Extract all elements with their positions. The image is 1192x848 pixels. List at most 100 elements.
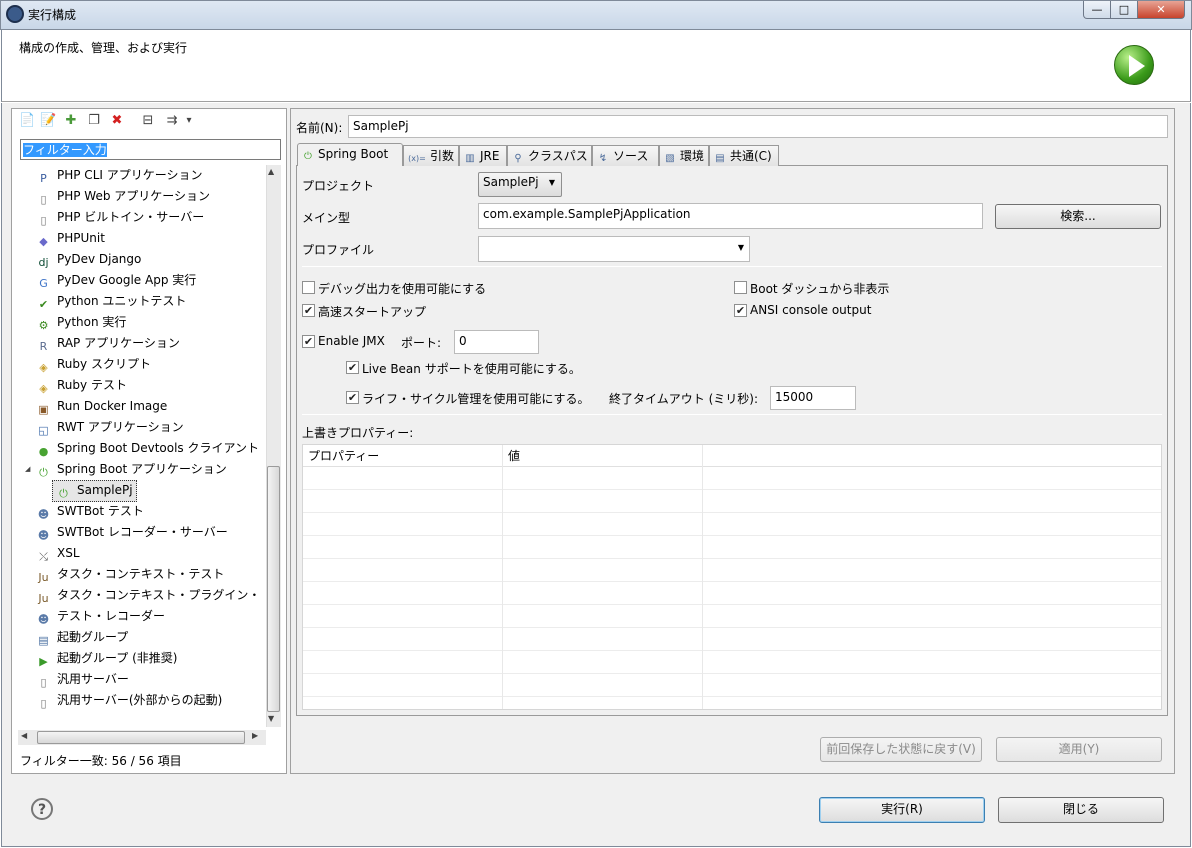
tab-6[interactable]: ▤ 共通(C)	[709, 145, 779, 166]
tree-item[interactable]: dj PyDev Django	[36, 249, 141, 269]
tree-item[interactable]: ▯ 汎用サーバー(外部からの起動)	[36, 690, 222, 710]
fast-startup-checkbox[interactable]: ✔	[302, 304, 315, 317]
main-type-label: メイン型	[302, 211, 351, 225]
eclipse-icon	[6, 5, 24, 23]
profile-select[interactable]: ▼	[478, 236, 750, 262]
tab-label: Spring Boot	[318, 147, 389, 161]
export-icon[interactable]: ✚	[63, 113, 79, 129]
tree-vertical-scroll-thumb[interactable]	[267, 466, 280, 712]
tree-item-label: PyDev Django	[57, 252, 142, 266]
timeout-input[interactable]: 15000	[770, 386, 856, 410]
table-row[interactable]	[303, 467, 1161, 490]
tree-item[interactable]: ◢ ⏻ Spring Boot アプリケーション	[25, 459, 227, 479]
minimize-button[interactable]: —	[1083, 1, 1111, 19]
tree-item[interactable]: ▶ 起動グループ (非推奨)	[36, 648, 177, 668]
debug-output-checkbox[interactable]	[302, 281, 315, 294]
debug-output-label: デバッグ出力を使用可能にする	[318, 282, 487, 296]
tree-item[interactable]: ◈ Ruby スクリプト	[36, 354, 151, 374]
title-bar	[0, 0, 1192, 30]
profile-label: プロファイル	[302, 243, 375, 257]
tree-item[interactable]: ▯ 汎用サーバー	[36, 669, 128, 689]
tree-item[interactable]: ✔ Python ユニットテスト	[36, 291, 187, 311]
tree-item[interactable]: ◱ RWT アプリケーション	[36, 417, 183, 437]
tree-item[interactable]: Ju タスク・コンテキスト・プラグイン・	[36, 585, 260, 605]
tree-item[interactable]: ⤯ XSL	[36, 543, 79, 563]
scroll-down-icon[interactable]: ▼	[268, 714, 274, 723]
table-row[interactable]	[303, 490, 1161, 513]
lifecycle-checkbox[interactable]: ✔	[346, 391, 359, 404]
table-row[interactable]	[303, 559, 1161, 582]
tree-item-icon: Ju	[38, 592, 49, 605]
port-input[interactable]: 0	[454, 330, 539, 354]
table-row[interactable]	[303, 674, 1161, 697]
tab-0[interactable]: ⏻ Spring Boot	[297, 143, 403, 166]
tab-1[interactable]: (x)= 引数	[403, 145, 459, 166]
tree-item[interactable]: ☻ SWTBot テスト	[36, 501, 144, 521]
scroll-left-icon[interactable]: ◀	[21, 731, 27, 740]
tree-horizontal-scroll-thumb[interactable]	[37, 731, 245, 744]
table-row[interactable]	[303, 513, 1161, 536]
tree-item[interactable]: ▤ 起動グループ	[36, 627, 128, 647]
table-row[interactable]	[303, 628, 1161, 651]
tree-item[interactable]: ⏻ SamplePj	[52, 480, 137, 502]
filter-input[interactable]: フィルター入力	[20, 139, 281, 160]
collapse-all-icon[interactable]: ⊟	[140, 113, 156, 129]
name-input[interactable]: SamplePj	[348, 115, 1168, 138]
apply-button[interactable]: 適用(Y)	[996, 737, 1162, 762]
tree-item-icon: ⏻	[59, 487, 68, 500]
tree-item-label: PyDev Google App 実行	[57, 273, 197, 287]
tree-item-icon: ⤯	[39, 550, 48, 563]
maximize-button[interactable]: □	[1110, 1, 1138, 19]
scroll-right-icon[interactable]: ▶	[252, 731, 258, 740]
tree-item[interactable]: ◈ Ruby テスト	[36, 375, 127, 395]
column-header-property[interactable]: プロパティー	[303, 445, 503, 467]
hide-dash-checkbox[interactable]	[734, 281, 747, 294]
new-prototype-icon[interactable]: 📝	[40, 113, 56, 129]
tab-icon: ▥	[465, 153, 475, 164]
column-header-value[interactable]: 値	[503, 445, 703, 467]
tab-2[interactable]: ▥ JRE	[459, 145, 507, 166]
close-window-button[interactable]: ✕	[1137, 1, 1185, 19]
tree-item[interactable]: ☻ SWTBot レコーダー・サーバー	[36, 522, 228, 542]
tree-item-label: SWTBot レコーダー・サーバー	[57, 525, 228, 539]
enable-jmx-checkbox[interactable]: ✔	[302, 335, 315, 348]
main-type-input[interactable]: com.example.SamplePjApplication	[478, 203, 983, 229]
duplicate-icon[interactable]: ❐	[86, 113, 102, 129]
new-config-icon[interactable]: 📄	[19, 113, 35, 129]
tree-item[interactable]: ▯ PHP Web アプリケーション	[36, 186, 210, 206]
filter-icon[interactable]: ⇉	[164, 113, 180, 129]
tree-item[interactable]: Ju タスク・コンテキスト・テスト	[36, 564, 224, 584]
tree-item[interactable]: ◆ PHPUnit	[36, 228, 105, 248]
tree-item[interactable]: G PyDev Google App 実行	[36, 270, 196, 290]
scroll-up-icon[interactable]: ▲	[268, 167, 274, 176]
close-button[interactable]: 閉じる	[998, 797, 1164, 823]
help-icon[interactable]: ?	[31, 798, 53, 820]
delete-icon[interactable]: ✖	[109, 113, 125, 129]
table-row[interactable]	[303, 582, 1161, 605]
tree-item[interactable]: R RAP アプリケーション	[36, 333, 180, 353]
tree-item[interactable]: ⚙ Python 実行	[36, 312, 127, 332]
revert-button[interactable]: 前回保存した状態に戻す(V)	[820, 737, 982, 762]
table-row[interactable]	[303, 536, 1161, 559]
tab-5[interactable]: ▧ 環境	[659, 145, 709, 166]
tab-4[interactable]: ↯ ソース	[592, 145, 659, 166]
table-row[interactable]	[303, 605, 1161, 628]
tree-item[interactable]: ☻ テスト・レコーダー	[36, 606, 165, 626]
view-menu-icon[interactable]: ▾	[183, 113, 195, 129]
tree-item-icon: ▤	[38, 634, 49, 647]
ansi-checkbox[interactable]: ✔	[734, 304, 747, 317]
properties-table[interactable]: プロパティー 値	[302, 444, 1162, 710]
tree-item[interactable]: P PHP CLI アプリケーション	[36, 165, 202, 185]
tab-3[interactable]: ⚲ クラスパス	[507, 145, 592, 166]
run-button[interactable]: 実行(R)	[819, 797, 985, 823]
live-bean-checkbox[interactable]: ✔	[346, 361, 359, 374]
table-row[interactable]	[303, 651, 1161, 674]
tree-item-label: 汎用サーバー(外部からの起動)	[57, 693, 223, 707]
tree-item[interactable]: ▣ Run Docker Image	[36, 396, 167, 416]
project-label: プロジェクト	[302, 179, 375, 193]
tree-item[interactable]: ● Spring Boot Devtools クライアント	[36, 438, 259, 458]
search-button[interactable]: 検索...	[995, 204, 1161, 229]
project-select[interactable]: SamplePj ▼	[478, 172, 562, 197]
expand-arrow-icon[interactable]: ◢	[25, 459, 30, 479]
tree-item[interactable]: ▯ PHP ビルトイン・サーバー	[36, 207, 204, 227]
